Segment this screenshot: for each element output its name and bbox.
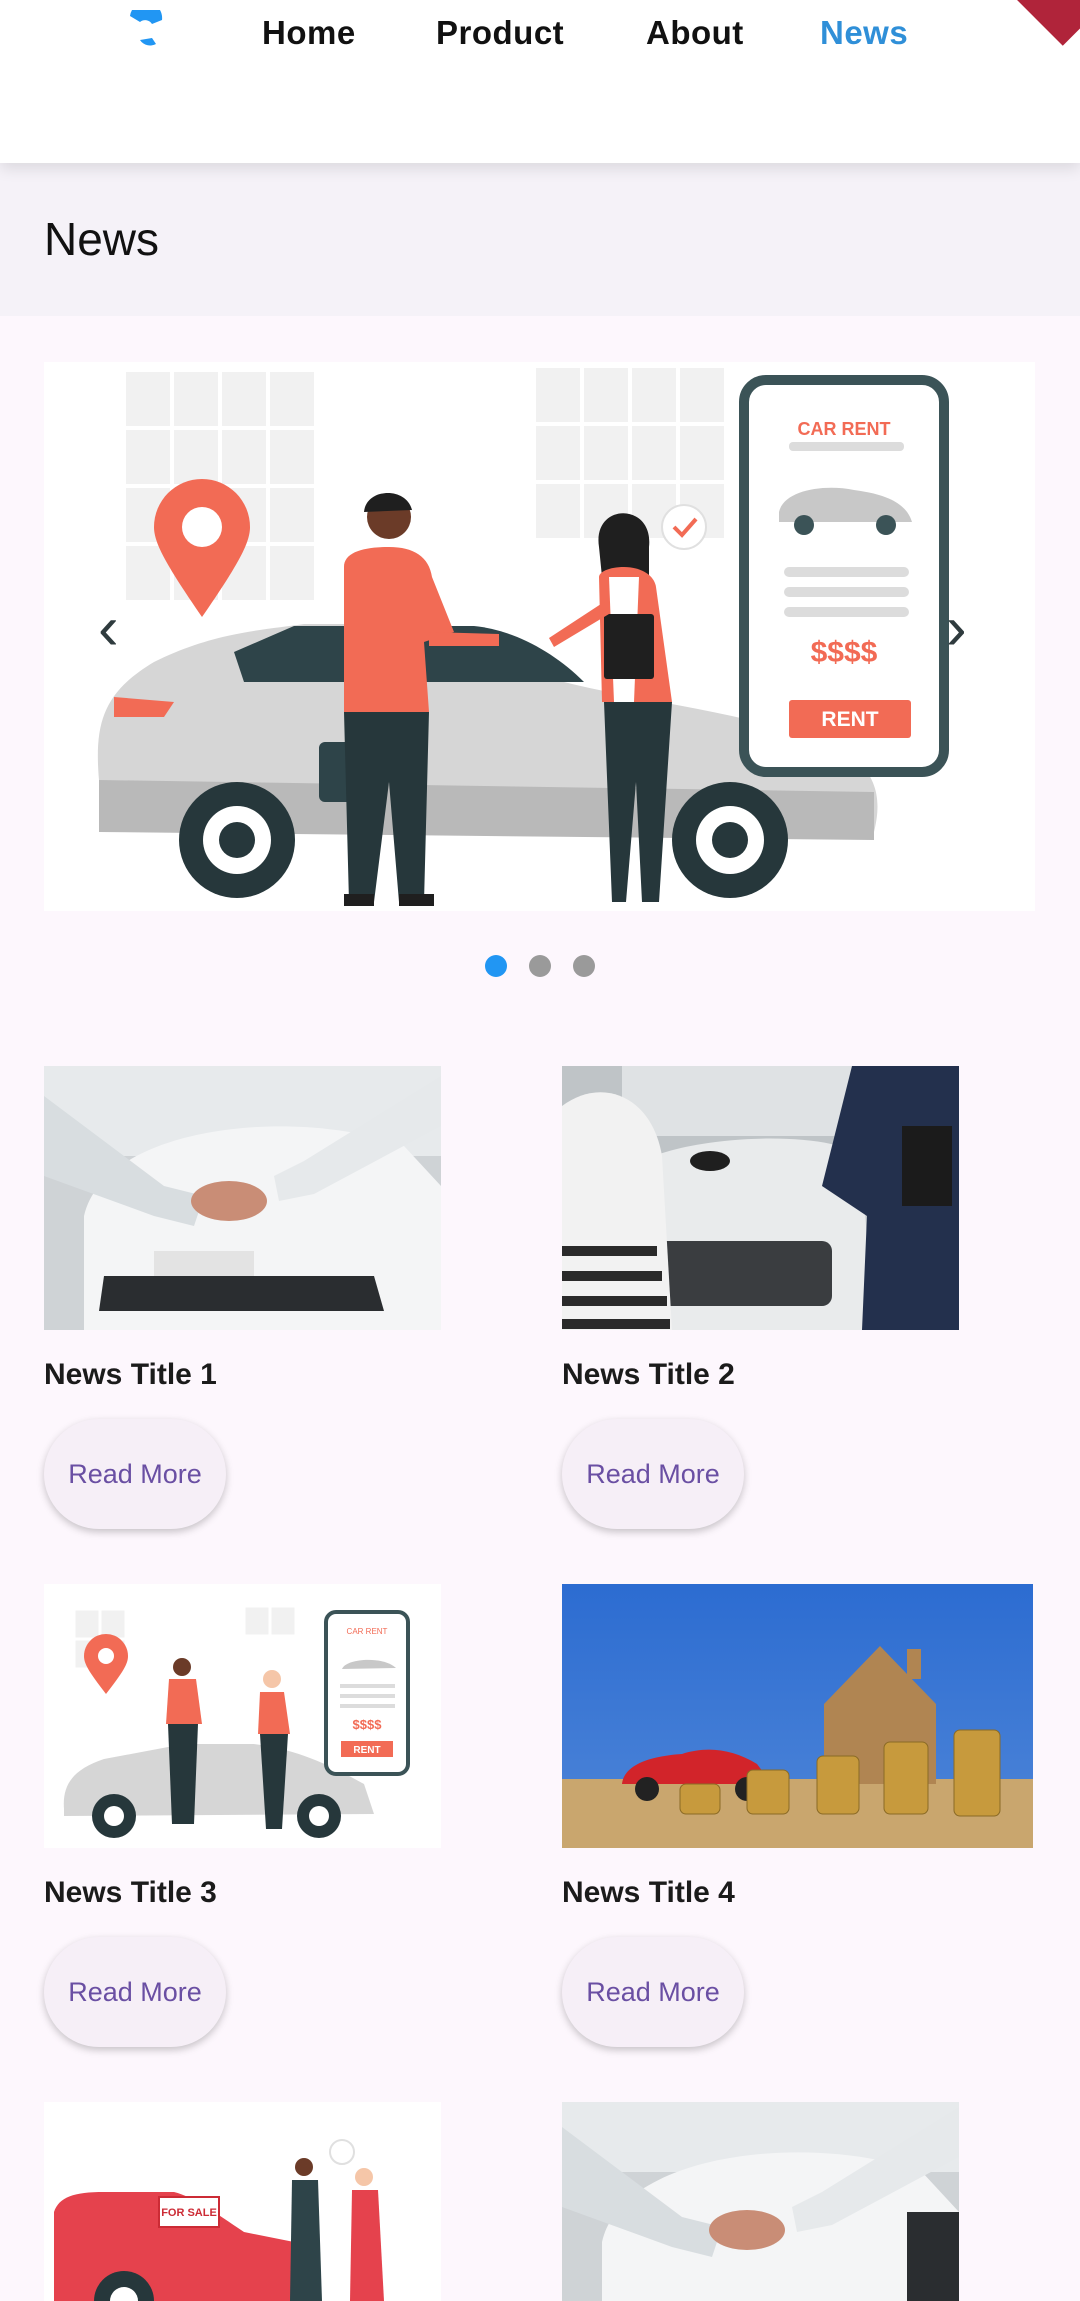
- nav-product[interactable]: Product: [436, 14, 564, 52]
- carousel-slide-illustration: CAR RENT $$$$ RENT: [44, 362, 1035, 911]
- carousel-dot-3[interactable]: [573, 955, 595, 977]
- news-title-4[interactable]: News Title 4: [562, 1876, 735, 1910]
- news-image-2[interactable]: [562, 1066, 959, 1330]
- slide-brand-text: CAR RENT: [798, 419, 891, 439]
- news-image-5[interactable]: FOR SALE: [44, 2102, 441, 2301]
- thumb-rent-text: RENT: [353, 1745, 380, 1756]
- nav-home[interactable]: Home: [262, 14, 356, 52]
- news-image-4[interactable]: [562, 1584, 1033, 1848]
- app-logo-icon[interactable]: [126, 10, 164, 52]
- news-title-3[interactable]: News Title 3: [44, 1876, 217, 1910]
- nav-news[interactable]: News: [820, 14, 908, 52]
- news-image-1[interactable]: [44, 1066, 441, 1330]
- thumb-price-text: $$$$: [353, 1717, 383, 1732]
- page-title: News: [44, 213, 160, 265]
- news-image-3[interactable]: CAR RENT $$$$ RENT: [44, 1584, 441, 1848]
- page-header: [0, 163, 1080, 316]
- carousel-dot-1[interactable]: [485, 955, 507, 977]
- read-more-button-2[interactable]: Read More: [562, 1419, 744, 1529]
- carousel-dot-2[interactable]: [529, 955, 551, 977]
- news-title-2[interactable]: News Title 2: [562, 1358, 735, 1392]
- top-app-bar: Home Product About News: [0, 0, 1080, 163]
- svg-text:CAR RENT: CAR RENT: [347, 1627, 388, 1636]
- news-carousel[interactable]: CAR RENT $$$$ RENT: [44, 362, 1035, 911]
- slide-rent-text: RENT: [821, 708, 878, 731]
- news-title-1[interactable]: News Title 1: [44, 1358, 217, 1392]
- read-more-button-4[interactable]: Read More: [562, 1937, 744, 2047]
- slide-price-text: $$$$: [811, 636, 878, 669]
- read-more-button-1[interactable]: Read More: [44, 1419, 226, 1529]
- nav-about[interactable]: About: [646, 14, 744, 52]
- carousel-next-chevron-icon[interactable]: ›: [946, 598, 967, 660]
- read-more-button-3[interactable]: Read More: [44, 1937, 226, 2047]
- news-image-6[interactable]: [562, 2102, 959, 2301]
- for-sale-sign-text: FOR SALE: [161, 2207, 217, 2219]
- carousel-prev-chevron-icon[interactable]: ‹: [98, 598, 119, 660]
- debug-banner: [1013, 0, 1080, 46]
